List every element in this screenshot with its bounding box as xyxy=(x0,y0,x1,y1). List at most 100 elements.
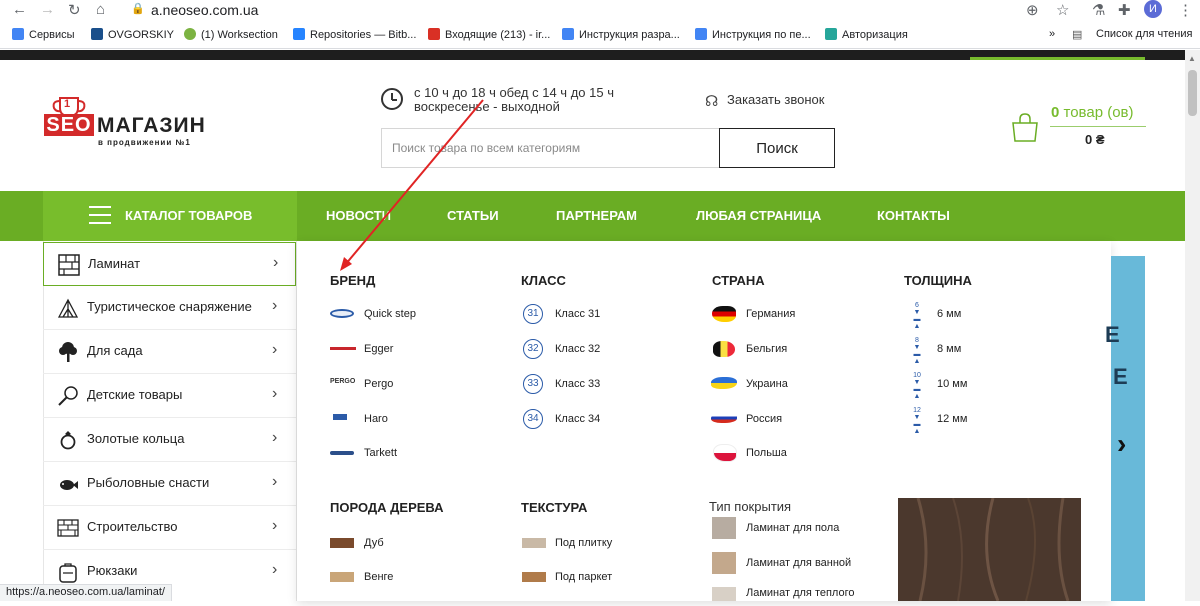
parquet-texture-icon xyxy=(522,572,546,582)
class-32[interactable]: Класс 32 xyxy=(555,343,600,355)
bookmark-doc-2[interactable]: Инструкция по пе... xyxy=(695,28,811,41)
category-garden[interactable]: Для сада › xyxy=(43,330,296,374)
country-poland[interactable]: Польша xyxy=(746,447,787,459)
thickness-10mm[interactable]: 10 мм xyxy=(937,378,967,390)
top-band-accent xyxy=(970,57,1145,60)
reading-list-icon: ▤ xyxy=(1072,29,1083,41)
logo-name[interactable]: МАГАЗИН xyxy=(97,114,206,138)
address-bar[interactable]: a.neoseo.com.ua xyxy=(151,2,258,18)
catalog-label[interactable]: КАТАЛОГ ТОВАРОВ xyxy=(125,208,252,223)
tent-icon xyxy=(57,298,79,318)
lock-icon[interactable]: 🔒 xyxy=(131,2,145,15)
thickness-8mm[interactable]: 8 мм xyxy=(937,343,961,355)
banner-next-icon[interactable]: › xyxy=(1117,428,1126,460)
class-31[interactable]: Класс 31 xyxy=(555,308,600,320)
brand-haro[interactable]: Haro xyxy=(364,413,388,425)
cart-count[interactable]: 0 товар (ов) xyxy=(1051,104,1134,121)
search-button[interactable]: Поиск xyxy=(719,128,835,168)
coating-floor[interactable]: Ламинат для пола xyxy=(746,522,839,534)
russia-flag-icon xyxy=(711,413,737,423)
brand-tarkett[interactable]: Tarkett xyxy=(364,447,397,459)
brand-egger[interactable]: Egger xyxy=(364,343,393,355)
nav-link-partners[interactable]: ПАРТНЕРАМ xyxy=(556,208,637,223)
category-tourism[interactable]: Туристическое снаряжение › xyxy=(43,286,296,330)
scrollbar[interactable] xyxy=(1185,50,1200,601)
category-label: Рыболовные снасти xyxy=(87,475,210,490)
category-construction[interactable]: Строительство › xyxy=(43,506,296,550)
country-ukraine[interactable]: Украина xyxy=(746,378,788,390)
texture-tile[interactable]: Под плитку xyxy=(555,537,612,549)
brand-pergo[interactable]: Pergo xyxy=(364,378,393,390)
scrollbar-thumb[interactable] xyxy=(1188,70,1197,116)
search-input[interactable] xyxy=(381,128,720,168)
bookmarks-more[interactable]: » xyxy=(1049,28,1055,40)
back-icon[interactable]: ← xyxy=(12,1,27,18)
headset-icon[interactable]: ☊ xyxy=(705,92,718,110)
thickness-badge: 10 xyxy=(913,372,921,379)
texture-parquet[interactable]: Под паркет xyxy=(555,571,612,583)
nav-link-any-page[interactable]: ЛЮБАЯ СТРАНИЦА xyxy=(696,208,821,223)
bookmark-doc-1[interactable]: Инструкция разра... xyxy=(562,28,680,41)
bookmarks-bar: Сервисы OVGORSKIY (1) Worksection Reposi… xyxy=(0,22,1200,49)
wood-oak[interactable]: Дуб xyxy=(364,537,384,549)
country-belgium[interactable]: Бельгия xyxy=(746,343,787,355)
country-germany[interactable]: Германия xyxy=(746,308,795,320)
reading-list[interactable]: Список для чтения xyxy=(1096,28,1192,40)
bookmark-label: Инструкция разра... xyxy=(579,29,680,41)
category-kids[interactable]: Детские товары › xyxy=(43,374,296,418)
chevron-right-icon: › xyxy=(273,254,279,271)
chevron-right-icon: › xyxy=(272,517,278,534)
category-laminate[interactable]: Ламинат › xyxy=(43,242,296,286)
thickness-6mm[interactable]: 6 мм xyxy=(937,308,961,320)
class-33[interactable]: Класс 33 xyxy=(555,378,600,390)
floor-laminate-icon xyxy=(712,517,736,539)
class-34[interactable]: Класс 34 xyxy=(555,413,600,425)
bookmark-apps[interactable]: Сервисы xyxy=(12,28,75,41)
filter-title-texture: ТЕКСТУРА xyxy=(521,500,588,515)
category-label: Туристическое снаряжение xyxy=(87,299,252,314)
ovgorskiy-icon xyxy=(91,28,103,40)
bookmark-gmail[interactable]: Входящие (213) - ir... xyxy=(428,28,550,41)
logo-seo[interactable]: SEO xyxy=(44,114,94,136)
coating-warm-floor[interactable]: Ламинат для теплого xyxy=(746,587,854,599)
forward-icon[interactable]: → xyxy=(40,1,55,18)
cart-bag-icon[interactable] xyxy=(1010,112,1040,142)
scroll-up-icon[interactable]: ▲ xyxy=(1188,54,1196,63)
wood-wenge[interactable]: Венге xyxy=(364,571,393,583)
menu-icon[interactable] xyxy=(89,206,111,224)
wood-promo-image[interactable] xyxy=(898,497,1081,602)
ukraine-flag-icon xyxy=(711,377,737,389)
nav-link-contacts[interactable]: КОНТАКТЫ xyxy=(877,208,950,223)
thickness-12mm[interactable]: 12 мм xyxy=(937,413,967,425)
bookmark-ovgorskiy[interactable]: OVGORSKIY xyxy=(91,28,174,41)
filter-title-wood: ПОРОДА ДЕРЕВА xyxy=(330,500,444,515)
worksection-icon xyxy=(184,28,196,40)
apps-icon xyxy=(12,28,24,40)
zoom-icon[interactable]: ⊕ xyxy=(1026,1,1039,19)
nav-link-news[interactable]: НОВОСТИ xyxy=(326,208,391,223)
callback-link[interactable]: Заказать звонок xyxy=(727,92,824,107)
extension-icon[interactable]: ⚗ xyxy=(1092,1,1105,19)
puzzle-icon[interactable]: ✚ xyxy=(1118,1,1131,19)
oak-swatch-icon xyxy=(330,538,354,548)
nav-link-articles[interactable]: СТАТЬИ xyxy=(447,208,499,223)
bookmark-auth[interactable]: Авторизация xyxy=(825,28,908,41)
coating-bathroom[interactable]: Ламинат для ванной xyxy=(746,557,851,569)
avatar[interactable]: И xyxy=(1144,0,1162,18)
bookmark-label: Входящие (213) - ir... xyxy=(445,29,551,41)
category-fishing[interactable]: Рыболовные снасти › xyxy=(43,462,296,506)
home-icon[interactable]: ⌂ xyxy=(96,1,105,18)
brand-quickstep[interactable]: Quick step xyxy=(364,308,416,320)
bookmark-bitbucket[interactable]: Repositories — Bitb... xyxy=(293,28,416,41)
reload-icon[interactable]: ↻ xyxy=(68,1,81,19)
category-rings[interactable]: Золотые кольца › xyxy=(43,418,296,462)
chevron-right-icon: › xyxy=(272,341,278,358)
tree-icon xyxy=(59,342,77,362)
star-icon[interactable]: ☆ xyxy=(1056,1,1069,19)
more-icon[interactable]: ⋮ xyxy=(1178,1,1193,19)
bookmark-worksection[interactable]: (1) Worksection xyxy=(184,28,278,41)
gmail-icon xyxy=(428,28,440,40)
country-russia[interactable]: Россия xyxy=(746,413,782,425)
hours-line-1: с 10 ч до 18 ч обед с 14 ч до 15 ч xyxy=(414,85,614,100)
category-label: Ламинат xyxy=(88,256,141,271)
